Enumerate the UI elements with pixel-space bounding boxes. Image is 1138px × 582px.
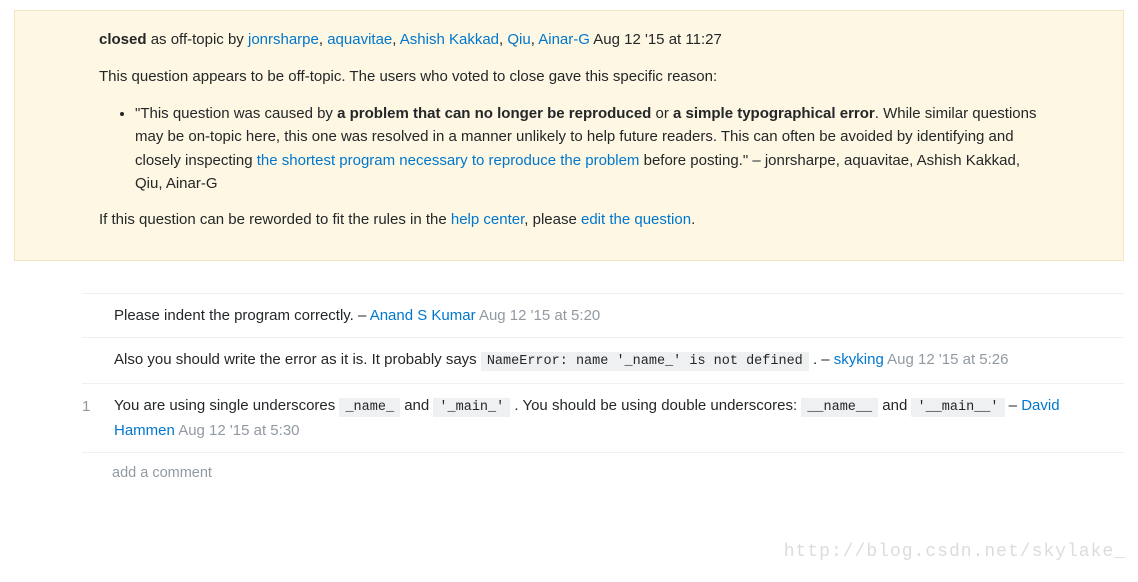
comment-time: Aug 12 '15 at 5:20 [479,307,600,324]
help-center-link[interactable]: help center [451,211,524,228]
closed-header: closed as off-topic by jonrsharpe, aquav… [99,29,1051,52]
comment-author-link[interactable]: Anand S Kumar [370,307,476,324]
reword-hint: If this question can be reworded to fit … [99,209,1051,232]
inline-code: _name_ [339,398,400,417]
inline-code: __name__ [801,398,878,417]
closer-link-2[interactable]: Ashish Kakkad [400,31,499,48]
comment-time: Aug 12 '15 at 5:30 [178,422,299,439]
comment-time: Aug 12 '15 at 5:26 [887,351,1008,368]
close-reason: "This question was caused by a problem t… [135,102,1051,195]
inline-code: NameError: name '_name_' is not defined [481,352,809,371]
comment-row: Please indent the program correctly. – A… [82,293,1124,338]
closer-link-0[interactable]: jonrsharpe [248,31,319,48]
add-comment-link[interactable]: add a comment [112,465,1124,481]
comment-score [82,304,114,327]
comment-body: Also you should write the error as it is… [114,348,1124,373]
close-intro: This question appears to be off-topic. T… [99,66,1051,89]
closed-time: Aug 12 '15 at 11:27 [593,31,722,48]
closer-link-4[interactable]: Ainar-G [538,31,590,48]
comments-list: Please indent the program correctly. – A… [82,293,1124,453]
comment-row: 1 You are using single underscores _name… [82,384,1124,453]
close-notice: closed as off-topic by jonrsharpe, aquav… [14,10,1124,261]
mcve-link[interactable]: the shortest program necessary to reprod… [257,152,640,169]
watermark: http://blog.csdn.net/skylake_ [784,542,1126,562]
comment-body: You are using single underscores _name_ … [114,394,1124,442]
comment-body: Please indent the program correctly. – A… [114,304,1124,327]
comment-row: Also you should write the error as it is… [82,338,1124,384]
inline-code: '_main_' [433,398,510,417]
closer-link-1[interactable]: aquavitae [327,31,392,48]
comment-score [82,348,114,373]
inline-code: '__main__' [911,398,1004,417]
closed-label: closed [99,31,147,48]
edit-question-link[interactable]: edit the question [581,211,691,228]
comment-author-link[interactable]: skyking [834,351,884,368]
closer-link-3[interactable]: Qiu [507,31,530,48]
comment-score: 1 [82,394,114,442]
